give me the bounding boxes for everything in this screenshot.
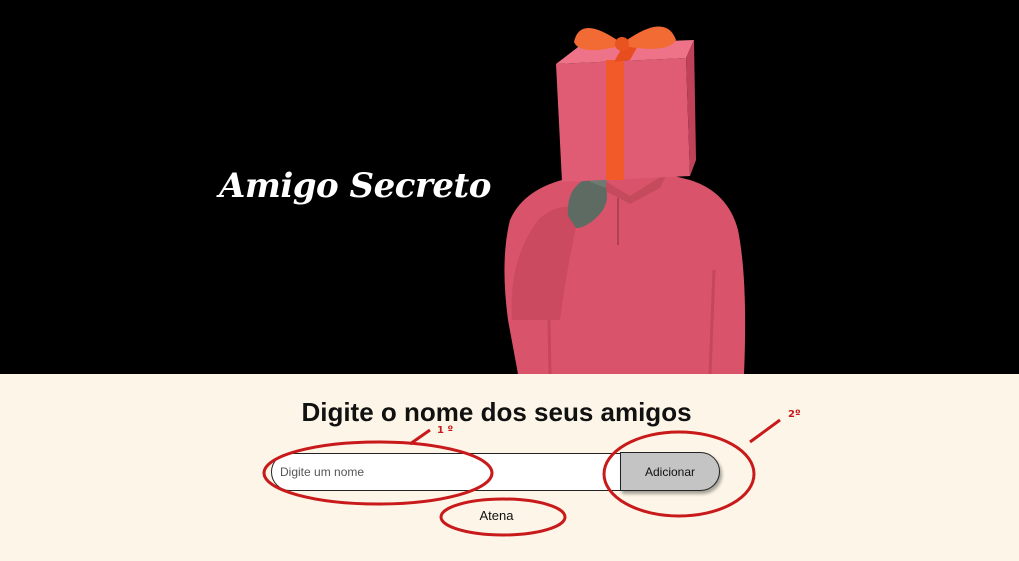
friend-list: Atena (0, 508, 993, 523)
friend-entry-section: Digite o nome dos seus amigos Adicionar … (0, 374, 1019, 561)
name-input[interactable] (271, 453, 623, 491)
hero-banner: Amigo Secreto (0, 0, 1019, 374)
add-button[interactable]: Adicionar (620, 452, 720, 491)
hero-title: Amigo Secreto (219, 166, 491, 206)
annotation-label-2: 2º (788, 409, 801, 420)
friend-list-item: Atena (479, 508, 514, 523)
section-heading: Digite o nome dos seus amigos (301, 397, 692, 427)
gift-box-head-person-icon (504, 26, 746, 374)
annotation-label-1: 1 º (437, 425, 454, 436)
